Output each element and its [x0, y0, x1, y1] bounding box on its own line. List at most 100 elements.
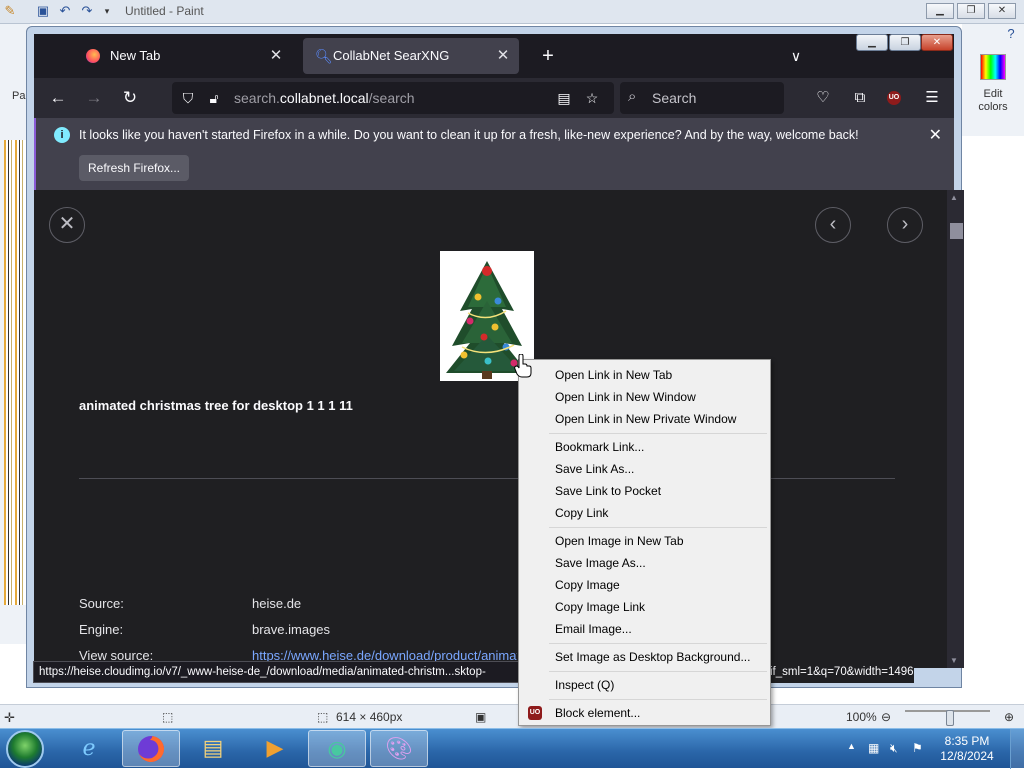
result-divider	[79, 478, 895, 479]
help-icon[interactable]: ?	[1003, 26, 1019, 42]
network-icon[interactable]: ▦	[868, 741, 879, 755]
context-menu: Open Link in New Tab Open Link in New Wi…	[518, 359, 771, 726]
close-window-button[interactable]: ✕	[921, 34, 953, 51]
result-title: animated christmas tree for desktop 1 1 …	[79, 398, 353, 413]
zoom-slider-thumb[interactable]	[946, 710, 954, 726]
next-result-button[interactable]: ›	[887, 207, 923, 243]
refresh-firefox-button[interactable]: Refresh Firefox...	[79, 155, 189, 181]
shield-icon[interactable]: ⛉	[178, 88, 198, 108]
reload-icon[interactable]: ↻	[116, 84, 144, 112]
paint-taskbar-icon[interactable]: 🎨︎	[370, 730, 428, 767]
show-hidden-icons-icon[interactable]: ▲	[847, 741, 856, 751]
firefox-taskbar-button[interactable]	[122, 730, 180, 767]
start-button[interactable]	[6, 730, 44, 768]
menu-separator	[549, 699, 767, 700]
search-input[interactable]: ⌕ Search	[620, 82, 784, 114]
firefox-icon	[138, 736, 164, 762]
link-status-url-tail: if_sml=1&q=70&width=1496	[770, 663, 914, 683]
color-palette-icon[interactable]	[980, 54, 1006, 80]
navigation-toolbar: ← → ↻ ⛉ 🔓︎ search.collabnet.local/search…	[34, 78, 954, 118]
paint-minimize-button[interactable]: ▁	[926, 3, 954, 19]
close-tab-icon[interactable]: ✕	[266, 38, 286, 74]
minimize-button[interactable]: ▁	[856, 34, 888, 51]
paint-close-button[interactable]: ✕	[988, 3, 1016, 19]
paste-label[interactable]: Pa	[12, 90, 25, 102]
menu-open-link-private-window[interactable]: Open Link in New Private Window	[521, 408, 768, 430]
menu-open-image-new-tab[interactable]: Open Image in New Tab	[521, 530, 768, 552]
media-player-icon[interactable]: ▶	[246, 730, 304, 767]
url-text[interactable]: search.collabnet.local/search	[234, 90, 415, 106]
menu-inspect[interactable]: Inspect (Q)	[521, 674, 768, 696]
tab-new-tab[interactable]: New Tab ✕	[74, 38, 292, 74]
internet-explorer-icon[interactable]: ℯ	[60, 730, 118, 767]
undo-icon[interactable]: ↶	[57, 3, 73, 19]
volume-muted-icon[interactable]: 🔇︎	[890, 741, 898, 756]
menu-copy-link[interactable]: Copy Link	[521, 502, 768, 524]
scrollbar-thumb[interactable]	[950, 223, 963, 239]
menu-bookmark-link[interactable]: Bookmark Link...	[521, 436, 768, 458]
search-icon: ⌕	[628, 88, 637, 105]
file-explorer-icon[interactable]: ▤	[184, 730, 242, 767]
taskbar: ℯ ▤ ▶ ◉ 🎨︎ ▲ ▦ 🔇︎ ⚑ 8:35 PM 12/8/2024	[0, 728, 1024, 769]
page-scrollbar[interactable]: ▲ ▼	[947, 190, 964, 668]
edit-colors-button[interactable]: Edit colors	[968, 88, 1018, 114]
scroll-down-arrow-icon[interactable]: ▼	[950, 656, 958, 665]
link-status-url: https://heise.cloudimg.io/v7/_www-heise-…	[33, 661, 521, 683]
paint-maximize-button[interactable]: ❐	[957, 3, 985, 19]
action-center-flag-icon[interactable]: ⚑	[912, 741, 923, 755]
menu-separator	[549, 643, 767, 644]
menu-set-desktop-background[interactable]: Set Image as Desktop Background...	[521, 646, 768, 668]
ublock-origin-icon[interactable]: UO	[887, 91, 901, 105]
clock[interactable]: 8:35 PM 12/8/2024	[932, 734, 1002, 764]
firefox-icon	[86, 49, 100, 63]
pocket-icon[interactable]: ♡	[809, 84, 837, 112]
zoom-in-button[interactable]: ⊕	[1004, 710, 1014, 724]
address-bar[interactable]: ⛉ 🔓︎ search.collabnet.local/search ▤ ☆	[172, 82, 614, 114]
bookmark-star-icon[interactable]: ☆	[582, 88, 602, 108]
clock-time: 8:35 PM	[944, 734, 990, 748]
scroll-up-arrow-icon[interactable]: ▲	[950, 193, 958, 202]
hand-cursor-icon	[514, 354, 532, 378]
menu-block-element[interactable]: UO Block element...	[521, 702, 768, 724]
zoom-out-button[interactable]: ⊖	[881, 710, 891, 724]
paint-canvas-edge	[4, 140, 26, 605]
source-label: Source:	[79, 596, 124, 611]
restore-button[interactable]: ❐	[889, 34, 921, 51]
show-desktop-button[interactable]	[1010, 729, 1024, 769]
extensions-icon[interactable]: ⧉	[846, 84, 874, 112]
system-tray: ▲ ▦ 🔇︎ ⚑ 8:35 PM 12/8/2024	[840, 729, 1024, 769]
menu-copy-image-link[interactable]: Copy Image Link	[521, 596, 768, 618]
tab-label: New Tab	[110, 48, 161, 63]
clock-date: 12/8/2024	[940, 749, 994, 763]
engine-label: Engine:	[79, 622, 124, 637]
close-tab-icon[interactable]: ✕	[493, 38, 513, 74]
menu-save-link-as[interactable]: Save Link As...	[521, 458, 768, 480]
menu-open-link-new-tab[interactable]: Open Link in New Tab	[521, 364, 768, 386]
menu-separator	[549, 671, 767, 672]
menu-open-link-new-window[interactable]: Open Link in New Window	[521, 386, 768, 408]
paint-status-bar: ✛ ⬚ ⬚ 614 × 460px ▣ 100% ⊖ ⊕	[0, 704, 1024, 728]
hamburger-menu-icon[interactable]: ☰	[918, 84, 946, 112]
tab-collabnet-searxng[interactable]: 🔍︎ CollabNet SearXNG ✕	[303, 38, 519, 74]
tab-bar: New Tab ✕ 🔍︎ CollabNet SearXNG ✕ + ∨ ▁ ❐…	[34, 34, 954, 78]
media-center-icon[interactable]: ◉	[308, 730, 366, 767]
back-arrow-icon[interactable]: ←	[44, 84, 72, 112]
menu-email-image[interactable]: Email Image...	[521, 618, 768, 640]
previous-result-button[interactable]: ‹	[815, 207, 851, 243]
redo-icon[interactable]: ↷	[79, 3, 95, 19]
list-all-tabs-chevron-icon[interactable]: ∨	[782, 42, 810, 70]
paint-app-icon[interactable]: ✎	[2, 3, 18, 19]
menu-copy-image[interactable]: Copy Image	[521, 574, 768, 596]
lock-icon[interactable]: 🔓︎	[204, 88, 224, 108]
forward-arrow-icon[interactable]: →	[80, 84, 108, 112]
menu-save-image-as[interactable]: Save Image As...	[521, 552, 768, 574]
customize-qa-icon[interactable]: ▾	[99, 3, 115, 19]
image-dimensions: 614 × 460px	[336, 710, 403, 724]
close-notification-icon[interactable]: ✕	[929, 125, 942, 145]
save-icon[interactable]: ▣	[35, 3, 51, 19]
close-detail-button[interactable]: ✕	[49, 207, 85, 243]
new-tab-button[interactable]: +	[534, 42, 562, 70]
menu-save-link-to-pocket[interactable]: Save Link to Pocket	[521, 480, 768, 502]
menu-block-element-label: Block element...	[555, 706, 641, 720]
reader-view-icon[interactable]: ▤	[554, 88, 574, 108]
